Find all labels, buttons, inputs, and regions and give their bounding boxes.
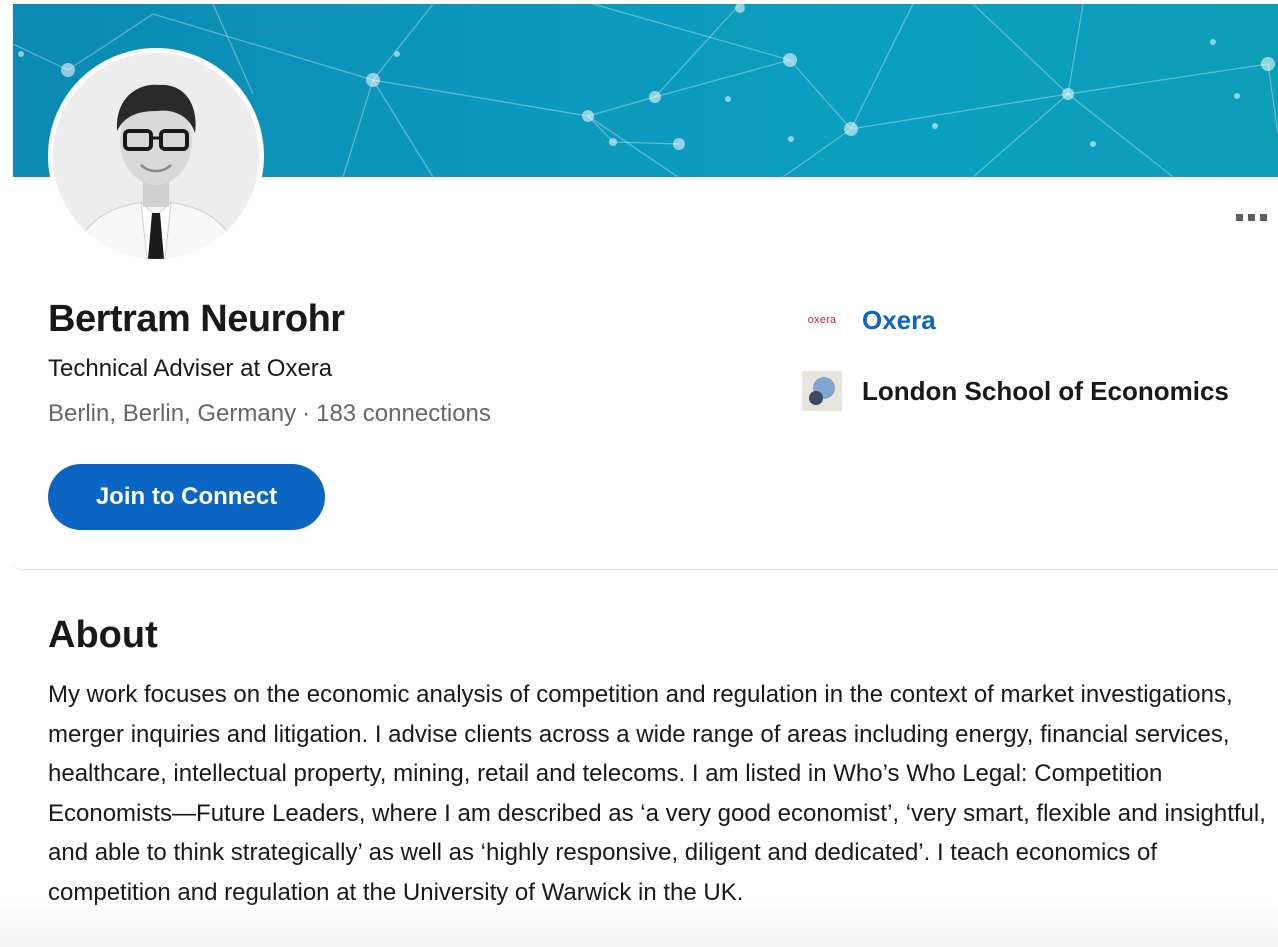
org-name-lse: London School of Economics <box>862 375 1229 406</box>
profile-page: Bertram Neurohr Technical Adviser at Oxe… <box>0 0 1278 947</box>
more-dot <box>1235 213 1243 221</box>
person-photo-icon <box>53 53 259 259</box>
profile-connections: 183 connections <box>316 400 491 427</box>
oxera-logo-text: oxera <box>807 314 837 326</box>
meta-separator: · <box>302 400 311 427</box>
more-dot <box>1247 213 1255 221</box>
profile-meta: Berlin, Berlin, Germany · 183 connections <box>48 400 491 428</box>
join-to-connect-button[interactable]: Join to Connect <box>48 464 325 530</box>
profile-name: Bertram Neurohr <box>48 298 345 340</box>
avatar <box>53 53 259 259</box>
more-dot <box>1259 213 1267 221</box>
lse-logo-icon <box>802 371 842 411</box>
org-oxera[interactable]: oxera Oxera <box>802 300 936 340</box>
lse-logo-graphic <box>802 371 842 411</box>
oxera-logo-icon: oxera <box>802 300 842 340</box>
about-text: My work focuses on the economic analysis… <box>48 681 1266 906</box>
org-lse[interactable]: London School of Economics <box>802 371 1229 411</box>
about-heading: About <box>48 614 158 656</box>
profile-headline: Technical Adviser at Oxera <box>48 355 333 382</box>
org-name-oxera[interactable]: Oxera <box>862 305 936 336</box>
profile-photo[interactable] <box>48 48 264 264</box>
profile-location: Berlin, Berlin, Germany <box>48 400 297 427</box>
more-options-icon[interactable] <box>1231 207 1271 227</box>
profile-top-card: Bertram Neurohr Technical Adviser at Oxe… <box>13 0 1278 570</box>
